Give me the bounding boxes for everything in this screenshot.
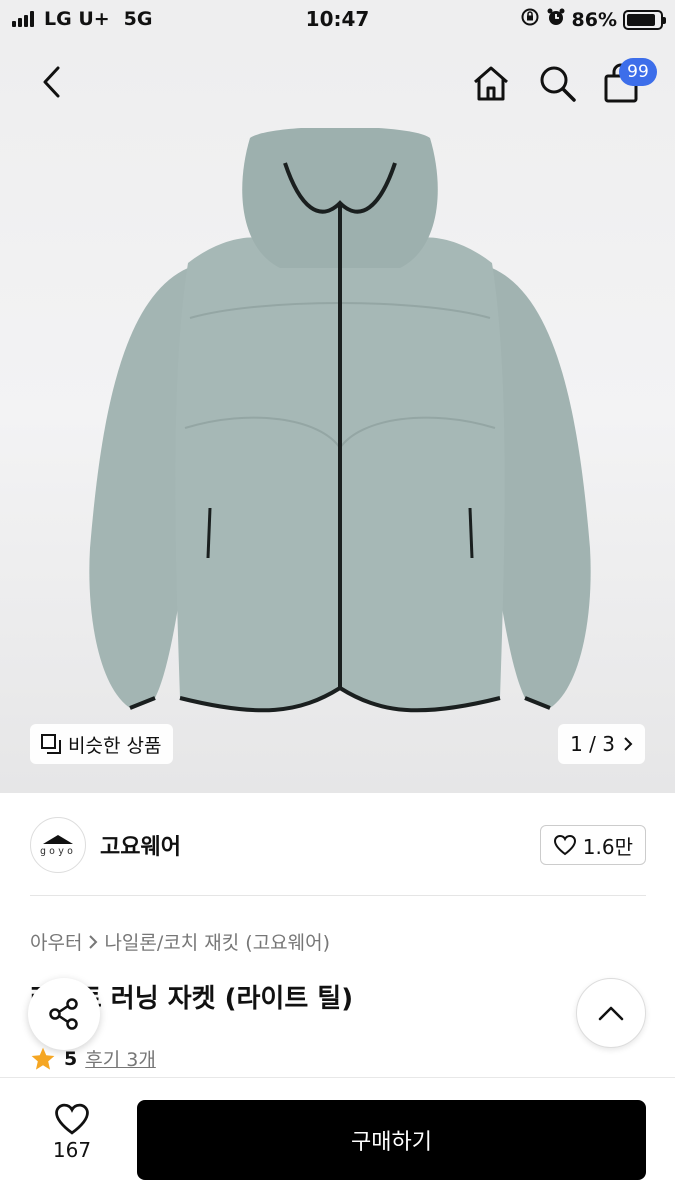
breadcrumb-category[interactable]: 아우터 (30, 928, 82, 955)
battery-icon (623, 9, 666, 30)
reviews-link[interactable]: 후기 3개 (85, 1045, 156, 1072)
chevron-up-icon (598, 1006, 624, 1021)
chevron-right-icon (624, 737, 633, 751)
logo-mark-icon (43, 835, 73, 844)
shop-logo[interactable]: goyo (30, 817, 86, 873)
home-icon (474, 66, 508, 101)
rating-score: 5 (64, 1047, 78, 1070)
pager-label: 1 / 3 (570, 732, 615, 756)
similar-products-label: 비슷한 상품 (68, 734, 162, 757)
wish-count: 167 (52, 1138, 92, 1162)
cart-badge: 99 (619, 58, 657, 86)
breadcrumb: 아우터 나일론/코치 재킷 (고요웨어) (30, 928, 330, 955)
wish-button[interactable]: 167 (30, 1102, 114, 1162)
alarm-icon (546, 7, 566, 32)
search-icon (540, 66, 576, 102)
shop-name[interactable]: 고요웨어 (100, 829, 181, 861)
logo-text: goyo (39, 846, 77, 857)
share-icon (49, 998, 78, 1030)
back-button[interactable] (30, 60, 74, 104)
status-bar: LG U+ 5G 10:47 86% (0, 0, 675, 40)
buy-button-label: 구매하기 (351, 1130, 432, 1155)
product-gallery[interactable]: 99 비슷한 상품 1 / 3 (0, 40, 675, 793)
star-icon (31, 1047, 55, 1070)
orientation-lock-icon (520, 7, 540, 32)
rating-row: 5 후기 3개 (30, 1045, 156, 1072)
scroll-top-button[interactable] (576, 978, 646, 1048)
image-pager[interactable]: 1 / 3 (558, 724, 645, 764)
similar-products-button[interactable]: 비슷한 상품 (30, 724, 174, 764)
divider (30, 895, 646, 896)
battery-percent: 86% (571, 8, 617, 31)
heart-icon (553, 834, 576, 856)
share-button[interactable] (28, 978, 100, 1050)
shop-row[interactable]: goyo 고요웨어 1.6만 (30, 815, 646, 875)
bottom-action-bar: 167 구매하기 (0, 1077, 675, 1200)
status-right: 86% (520, 7, 666, 32)
chevron-left-icon (43, 66, 60, 98)
product-image[interactable] (60, 128, 620, 728)
shop-like-count: 1.6만 (582, 834, 633, 859)
heart-icon (55, 1103, 89, 1135)
breadcrumb-subcategory[interactable]: 나일론/코치 재킷 (고요웨어) (104, 928, 330, 955)
copy-icon (41, 734, 61, 754)
search-button[interactable] (534, 60, 580, 106)
chevron-right-icon (89, 934, 98, 949)
shop-like-button[interactable]: 1.6만 (539, 825, 646, 865)
home-button[interactable] (468, 60, 514, 106)
buy-button[interactable]: 구매하기 (137, 1100, 646, 1180)
